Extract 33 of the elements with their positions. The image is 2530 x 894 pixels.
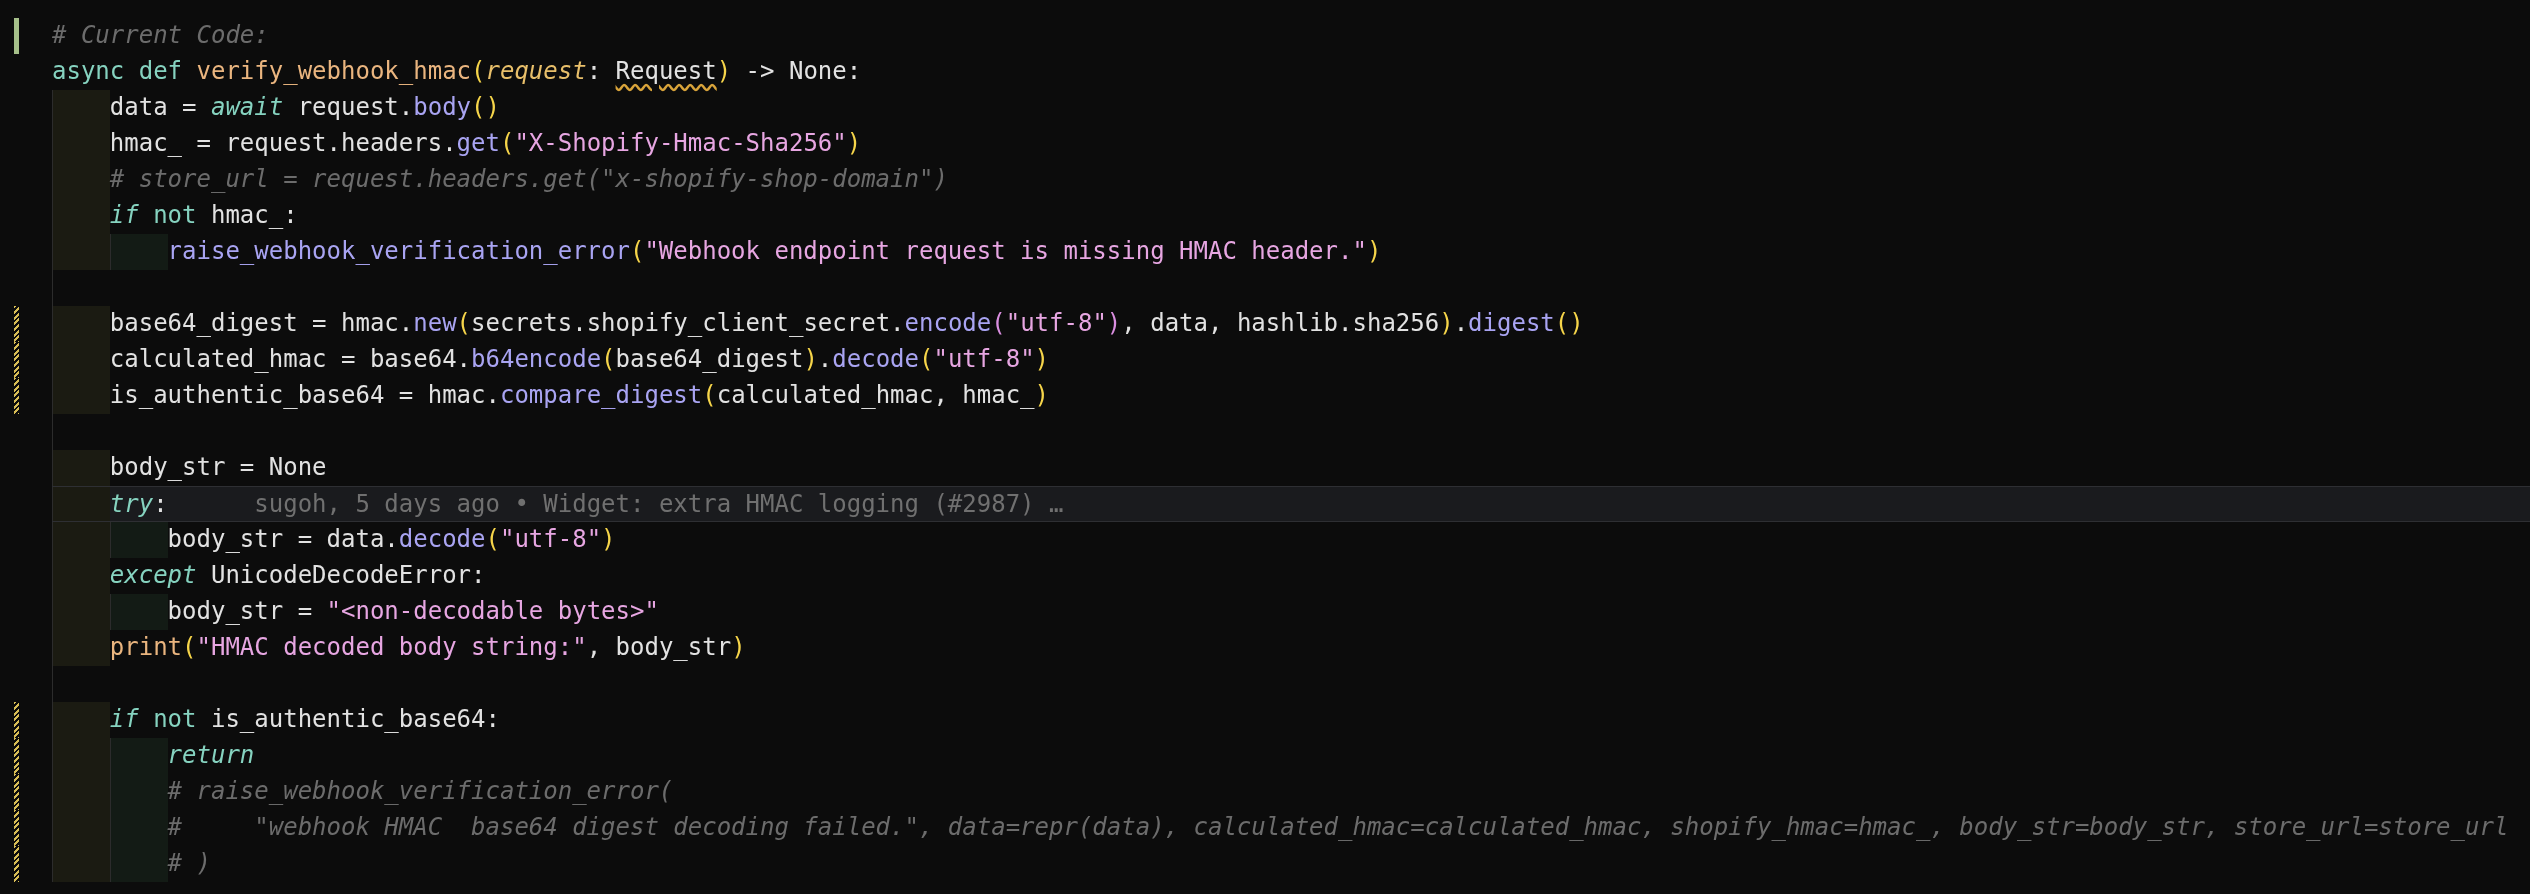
code-line: except UnicodeDecodeError: [109,560,486,591]
code-line: hmac_ = request.headers.get("X-Shopify-Hmac-Sha256") [109,128,862,159]
indent-guide [52,306,110,342]
indent-guide [52,378,110,414]
indent-guide [52,234,110,270]
code-line: body_str = data.decode("utf-8") [167,524,616,555]
code-line: # Current Code: [52,20,269,51]
code-line: try: [109,489,168,520]
indent-guide [109,738,168,774]
code-line: body_str = None [109,452,327,483]
code-line: is_authentic_base64 = hmac.compare_digest(calculated_hmac, hmac_) [109,380,1050,411]
code-line: async def verify_webhook_hmac(request: Request) -> None: [52,56,862,87]
code-line: raise_webhook_verification_error("Webhook endpoint request is missing HMAC header.") [167,236,1382,267]
indent-guide [52,846,110,882]
indent-guide [109,594,168,630]
indent-guide [109,234,168,270]
code-line: calculated_hmac = base64.b64encode(base64_digest).decode("utf-8") [109,344,1050,375]
indent-guide [52,702,110,738]
code-line: return [167,740,255,771]
indent-guide [109,846,168,882]
code-line: # "webhook HMAC base64 digest decoding failed.", data=repr(data), calculated_hmac=calculated_hmac, shopify_hmac=hmac_, body_str=body_str, store_url=store_url [167,812,2509,843]
code-line: print("HMAC decoded body string:", body_str) [109,632,746,663]
indent-guide [52,630,110,666]
code-line: if not hmac_: [109,200,298,231]
code-line: base64_digest = hmac.new(secrets.shopify_client_secret.encode("utf-8"), data, hashlib.sha256).digest() [109,308,1584,339]
blame-annotation: sugoh, 5 days ago • Widget: extra HMAC logging (#2987) … [254,489,1064,520]
indent-guide [52,90,110,126]
code-line: # ) [167,848,211,879]
code-line: # store_url = request.headers.get("x-shopify-shop-domain") [109,164,948,195]
code-line: body_str = "<non-decodable bytes>" [167,596,659,627]
code-line: # raise_webhook_verification_error( [167,776,674,807]
code-line: data = await request.body() [109,92,500,123]
code-line: if not is_authentic_base64: [109,704,500,735]
